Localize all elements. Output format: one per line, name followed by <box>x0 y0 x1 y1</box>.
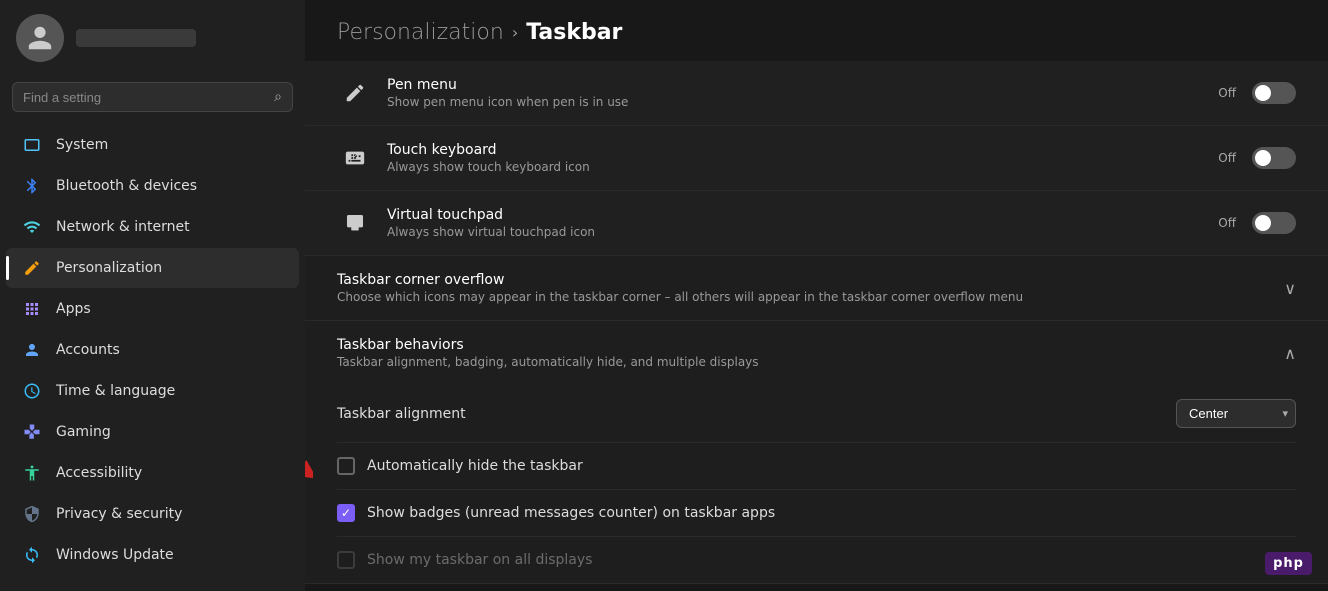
sidebar-item-gaming[interactable]: Gaming <box>6 412 299 452</box>
apps-icon <box>22 299 42 319</box>
taskbar-behaviors-title: Taskbar behaviors <box>337 337 1284 353</box>
red-arrow-indicator <box>305 448 313 484</box>
sidebar-item-system[interactable]: System <box>6 125 299 165</box>
sidebar-item-privacy[interactable]: Privacy & security <box>6 494 299 534</box>
touch-keyboard-row: Touch keyboard Always show touch keyboar… <box>305 126 1328 191</box>
network-icon <box>22 217 42 237</box>
sidebar-header <box>0 0 305 76</box>
taskbar-behaviors-chevron: ∧ <box>1284 344 1296 363</box>
main-content: Personalization › Taskbar Pen menu Show … <box>305 0 1328 591</box>
pen-menu-toggle[interactable] <box>1252 82 1296 104</box>
taskbar-behaviors-desc: Taskbar alignment, badging, automaticall… <box>337 355 1284 369</box>
show-all-displays-row: Show my taskbar on all displays <box>337 537 1296 583</box>
sidebar-item-personalization[interactable]: Personalization <box>6 248 299 288</box>
pen-menu-desc: Show pen menu icon when pen is in use <box>387 95 1218 109</box>
auto-hide-checkbox[interactable] <box>337 457 355 475</box>
time-icon <box>22 381 42 401</box>
taskbar-corner-overflow-header[interactable]: Taskbar corner overflow Choose which ico… <box>305 256 1328 321</box>
sidebar-label-accessibility: Accessibility <box>56 465 142 481</box>
pen-menu-toggle-wrap: Off <box>1218 82 1296 104</box>
pen-menu-title: Pen menu <box>387 77 1218 93</box>
sidebar-label-time: Time & language <box>56 383 175 399</box>
pen-menu-toggle-label: Off <box>1218 86 1236 100</box>
pen-icon <box>337 75 373 111</box>
accessibility-icon <box>22 463 42 483</box>
sidebar-label-bluetooth: Bluetooth & devices <box>56 178 197 194</box>
sidebar-label-apps: Apps <box>56 301 91 317</box>
taskbar-corner-overflow-title: Taskbar corner overflow <box>337 272 1284 288</box>
avatar[interactable] <box>16 14 64 62</box>
system-icon <box>22 135 42 155</box>
user-icon <box>26 24 54 52</box>
keyboard-icon <box>337 140 373 176</box>
taskbar-behaviors-content: Taskbar alignment Center Left ▾ <box>305 385 1328 584</box>
update-icon <box>22 545 42 565</box>
touch-keyboard-desc: Always show touch keyboard icon <box>387 160 1218 174</box>
virtual-touchpad-desc: Always show virtual touchpad icon <box>387 225 1218 239</box>
sidebar-item-update[interactable]: Windows Update <box>6 535 299 575</box>
sidebar-label-privacy: Privacy & security <box>56 506 182 522</box>
sidebar-item-apps[interactable]: Apps <box>6 289 299 329</box>
touch-keyboard-text: Touch keyboard Always show touch keyboar… <box>387 142 1218 174</box>
personalization-icon <box>22 258 42 278</box>
taskbar-corner-overflow-desc: Choose which icons may appear in the tas… <box>337 290 1284 304</box>
sidebar: ⌕ System Bluetooth & devices Network & i… <box>0 0 305 591</box>
alignment-dropdown-wrap: Center Left ▾ <box>1176 399 1296 428</box>
show-badges-row: Show badges (unread messages counter) on… <box>337 490 1296 537</box>
taskbar-corner-overflow-text: Taskbar corner overflow Choose which ico… <box>337 272 1284 304</box>
sidebar-label-personalization: Personalization <box>56 260 162 276</box>
accounts-icon <box>22 340 42 360</box>
pen-menu-text: Pen menu Show pen menu icon when pen is … <box>387 77 1218 109</box>
sidebar-item-accounts[interactable]: Accounts <box>6 330 299 370</box>
alignment-row: Taskbar alignment Center Left ▾ <box>337 385 1296 443</box>
privacy-icon <box>22 504 42 524</box>
sidebar-nav: System Bluetooth & devices Network & int… <box>0 122 305 591</box>
gaming-icon <box>22 422 42 442</box>
virtual-touchpad-title: Virtual touchpad <box>387 207 1218 223</box>
search-bar[interactable]: ⌕ <box>12 82 293 112</box>
sidebar-label-network: Network & internet <box>56 219 190 235</box>
breadcrumb-chevron: › <box>512 23 518 42</box>
auto-hide-label: Automatically hide the taskbar <box>367 458 583 474</box>
sidebar-label-system: System <box>56 137 108 153</box>
auto-hide-row: Automatically hide the taskbar <box>337 443 1296 490</box>
touchpad-icon <box>337 205 373 241</box>
show-badges-label: Show badges (unread messages counter) on… <box>367 505 775 521</box>
alignment-select[interactable]: Center Left <box>1176 399 1296 428</box>
breadcrumb-parent: Personalization <box>337 20 504 45</box>
sidebar-item-network[interactable]: Network & internet <box>6 207 299 247</box>
touch-keyboard-toggle[interactable] <box>1252 147 1296 169</box>
alignment-label: Taskbar alignment <box>337 406 1164 422</box>
touch-keyboard-title: Touch keyboard <box>387 142 1218 158</box>
search-icon: ⌕ <box>274 89 282 105</box>
sidebar-item-bluetooth[interactable]: Bluetooth & devices <box>6 166 299 206</box>
virtual-touchpad-toggle[interactable] <box>1252 212 1296 234</box>
page-header: Personalization › Taskbar <box>305 0 1328 61</box>
show-badges-checkbox[interactable] <box>337 504 355 522</box>
sidebar-item-accessibility[interactable]: Accessibility <box>6 453 299 493</box>
taskbar-behaviors-header[interactable]: Taskbar behaviors Taskbar alignment, bad… <box>305 321 1328 385</box>
username-block <box>76 29 196 47</box>
sidebar-label-update: Windows Update <box>56 547 174 563</box>
pen-menu-row: Pen menu Show pen menu icon when pen is … <box>305 61 1328 126</box>
virtual-touchpad-toggle-wrap: Off <box>1218 212 1296 234</box>
virtual-touchpad-text: Virtual touchpad Always show virtual tou… <box>387 207 1218 239</box>
breadcrumb-current: Taskbar <box>526 20 622 45</box>
touch-keyboard-toggle-label: Off <box>1218 151 1236 165</box>
taskbar-corner-overflow-chevron: ∨ <box>1284 279 1296 298</box>
sidebar-label-accounts: Accounts <box>56 342 120 358</box>
sidebar-label-gaming: Gaming <box>56 424 111 440</box>
touch-keyboard-toggle-wrap: Off <box>1218 147 1296 169</box>
sidebar-item-time[interactable]: Time & language <box>6 371 299 411</box>
show-all-displays-label: Show my taskbar on all displays <box>367 552 592 568</box>
search-input[interactable] <box>23 90 266 105</box>
bluetooth-icon <box>22 176 42 196</box>
virtual-touchpad-row: Virtual touchpad Always show virtual tou… <box>305 191 1328 256</box>
php-badge: php <box>1265 552 1312 575</box>
taskbar-behaviors-text: Taskbar behaviors Taskbar alignment, bad… <box>337 337 1284 369</box>
virtual-touchpad-toggle-label: Off <box>1218 216 1236 230</box>
show-all-displays-checkbox[interactable] <box>337 551 355 569</box>
